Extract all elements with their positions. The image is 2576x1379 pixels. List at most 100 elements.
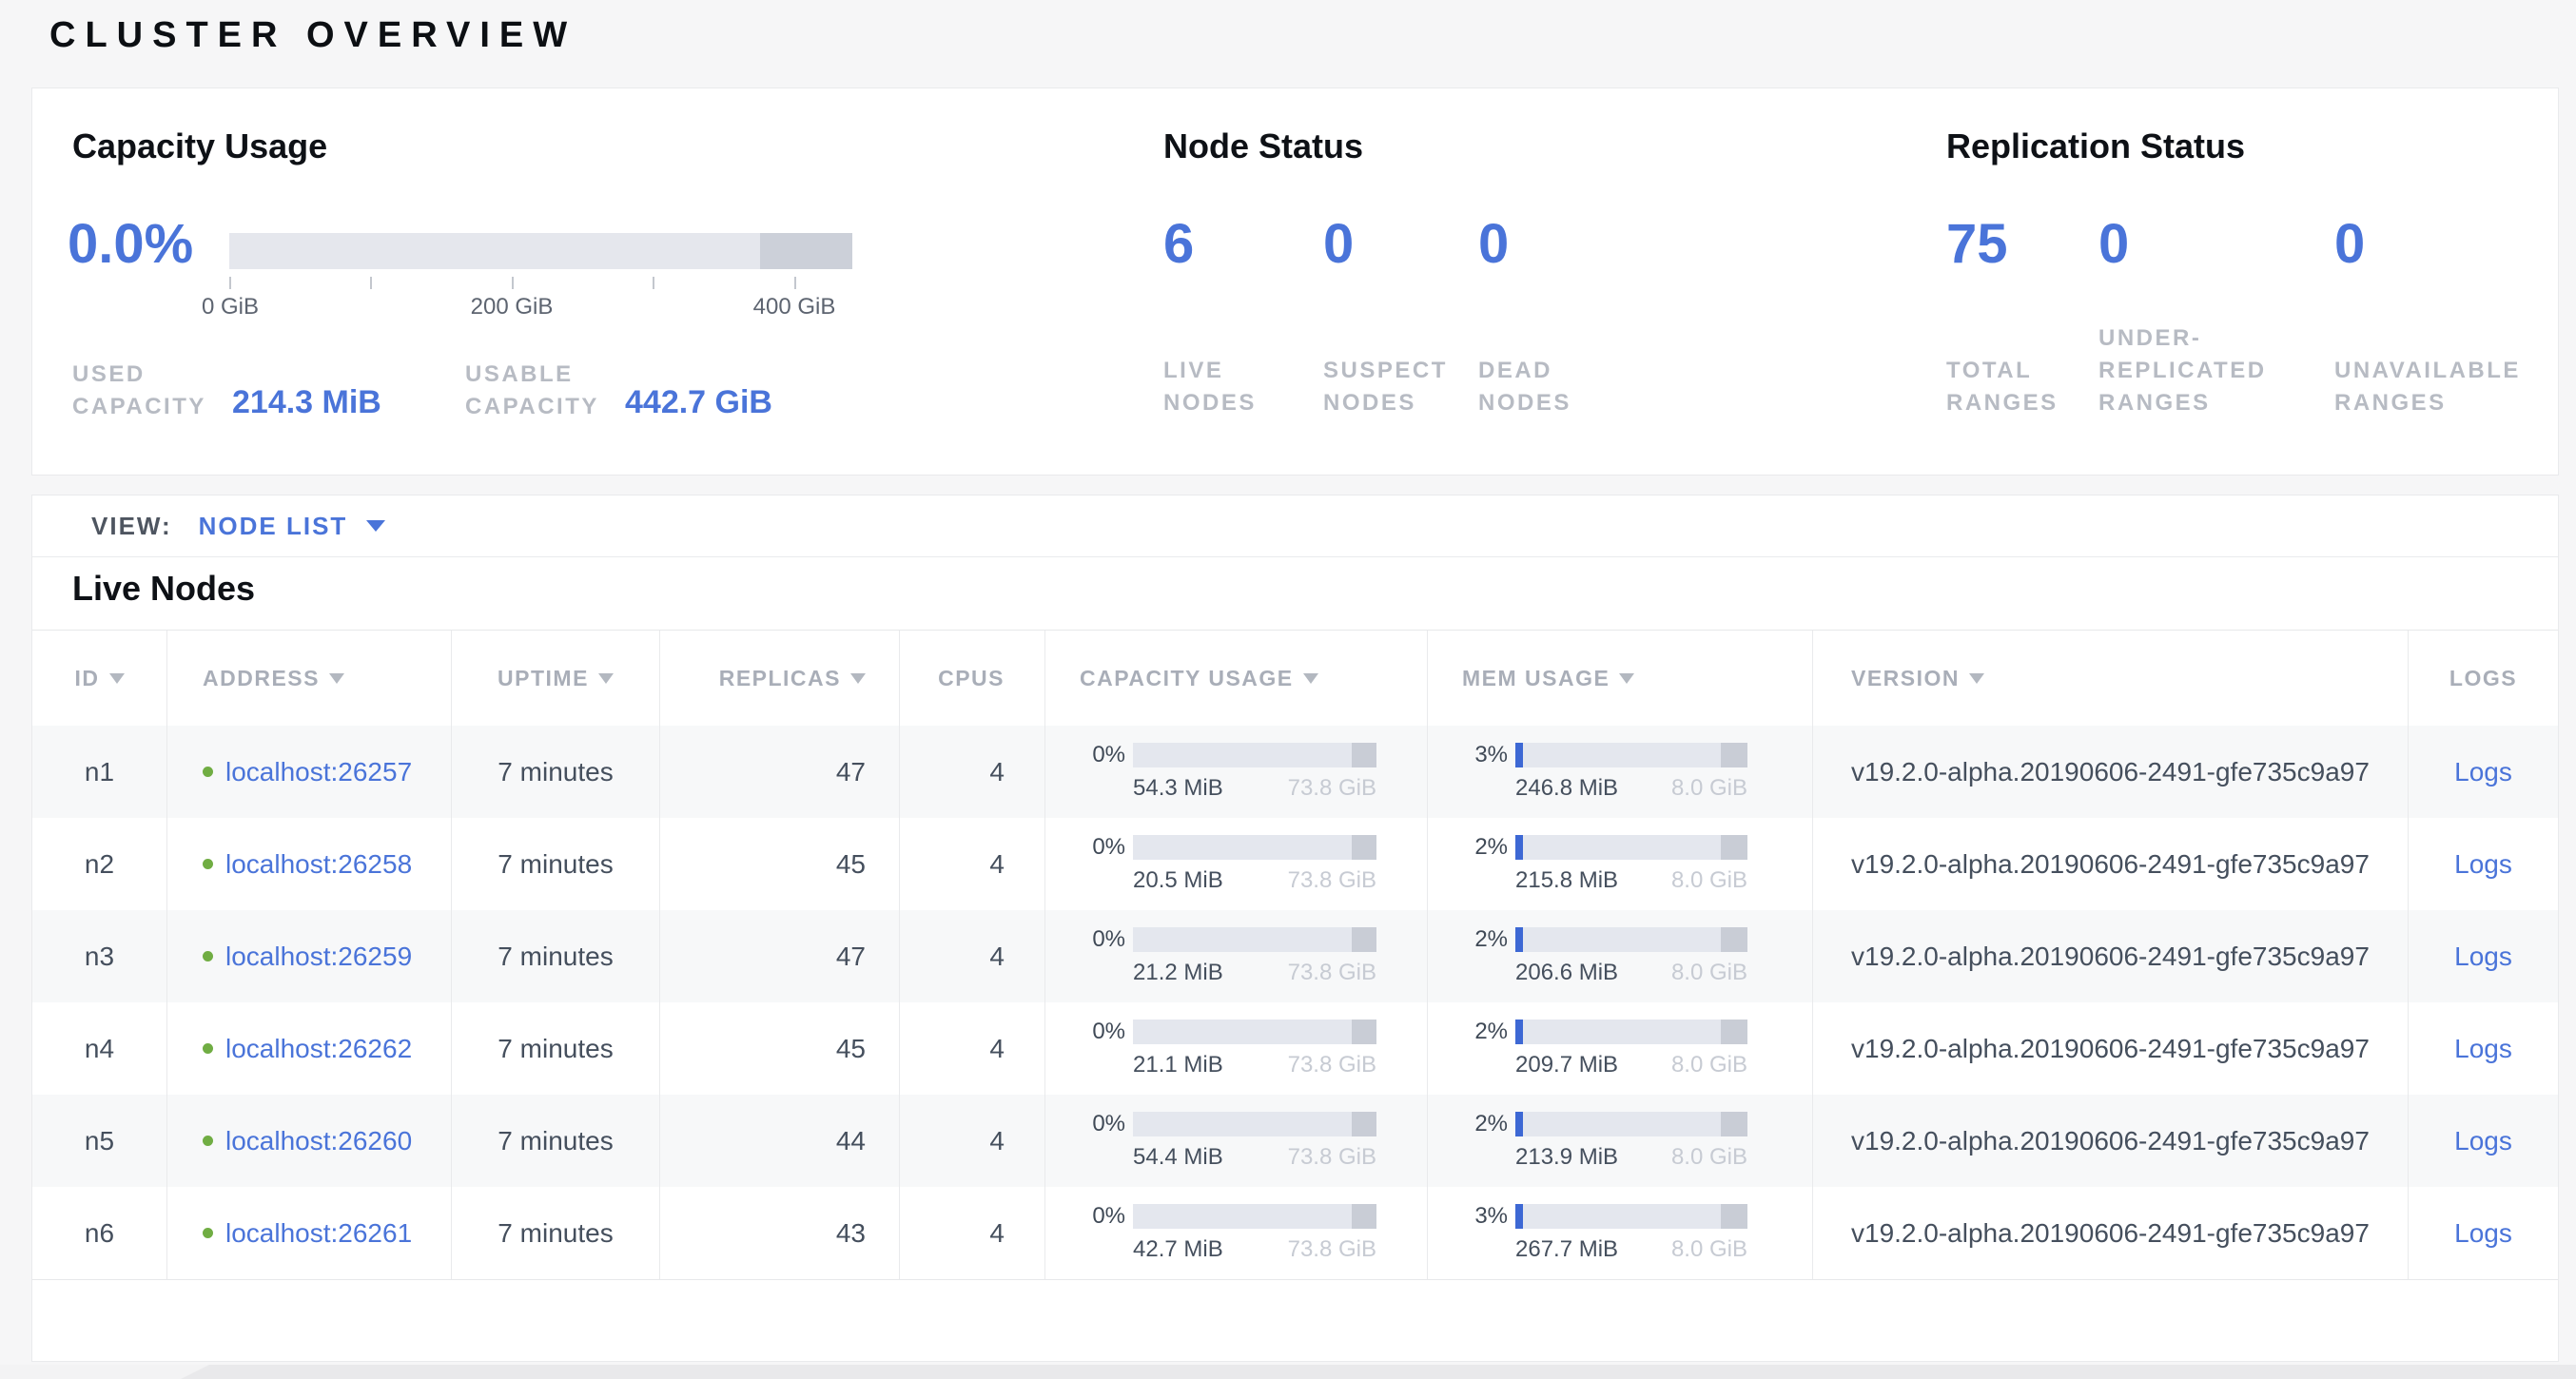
node-mem-cell: 3% 246.8 MiB 8.0 GiB <box>1428 726 1813 818</box>
mem-usage-bar <box>1515 1204 1747 1229</box>
node-cpus-cell: 4 <box>900 726 1045 818</box>
node-version-cell: v19.2.0-alpha.20190606-2491-gfe735c9a97 <box>1813 726 2409 818</box>
node-status-title: Node Status <box>1163 126 1363 166</box>
suspect-nodes-count: 0 <box>1323 212 1354 276</box>
chevron-down-icon[interactable] <box>366 520 385 532</box>
sort-caret-icon[interactable] <box>1969 673 1984 684</box>
capacity-total-value: 73.8 GiB <box>1288 867 1376 894</box>
mem-used-value: 267.7 MiB <box>1515 1236 1618 1263</box>
table-row: n6 localhost:26261 7 minutes 43 4 0% 42.… <box>32 1187 2558 1279</box>
capacity-used-value: 21.2 MiB <box>1133 960 1223 986</box>
column-header-capacity-usage[interactable]: CAPACITY USAGE <box>1045 631 1428 726</box>
page-title: CLUSTER OVERVIEW <box>49 15 576 56</box>
capacity-used-value: 54.4 MiB <box>1133 1144 1223 1171</box>
column-header-id[interactable]: ID <box>32 631 167 726</box>
node-replicas-cell: 45 <box>660 818 900 910</box>
mem-used-value: 213.9 MiB <box>1515 1144 1618 1171</box>
column-header-uptime[interactable]: UPTIME <box>452 631 660 726</box>
capacity-total-value: 73.8 GiB <box>1288 1236 1376 1263</box>
node-live-status-icon <box>203 951 213 961</box>
sort-caret-icon[interactable] <box>1303 673 1318 684</box>
capacity-bar-end-segment <box>760 233 852 269</box>
node-logs-cell: Logs <box>2409 1187 2558 1279</box>
node-uptime-cell: 7 minutes <box>452 726 660 818</box>
axis-tick-label: 400 GiB <box>742 294 847 320</box>
capacity-end-segment <box>1352 1020 1376 1044</box>
sort-caret-icon[interactable] <box>1619 673 1634 684</box>
mem-end-segment <box>1721 1020 1747 1044</box>
column-header-version[interactable]: VERSION <box>1813 631 2409 726</box>
sort-caret-icon[interactable] <box>598 673 614 684</box>
mem-percent-label: 2% <box>1458 1111 1508 1137</box>
node-address-link[interactable]: localhost:26262 <box>225 1034 412 1064</box>
logs-link[interactable]: Logs <box>2454 942 2512 972</box>
column-header-address[interactable]: ADDRESS <box>167 631 452 726</box>
total-ranges-label: TOTAL RANGES <box>1946 355 2075 419</box>
node-address-link[interactable]: localhost:26261 <box>225 1218 412 1249</box>
capacity-usage-widget: 0% 54.3 MiB 73.8 GiB <box>1076 742 1376 802</box>
mem-end-segment <box>1721 743 1747 767</box>
column-header-mem-usage[interactable]: MEM USAGE <box>1428 631 1813 726</box>
node-address-link[interactable]: localhost:26257 <box>225 757 412 787</box>
sort-caret-icon[interactable] <box>329 673 344 684</box>
column-header-cpus: CPUS <box>900 631 1045 726</box>
mem-total-value: 8.0 GiB <box>1671 1144 1747 1171</box>
capacity-used-value: 20.5 MiB <box>1133 867 1223 894</box>
node-logs-cell: Logs <box>2409 726 2558 818</box>
mem-usage-bar <box>1515 743 1747 767</box>
usable-capacity-value: 442.7 GiB <box>625 384 772 423</box>
mem-total-value: 8.0 GiB <box>1671 1236 1747 1263</box>
node-cpus-cell: 4 <box>900 1002 1045 1095</box>
node-uptime-cell: 7 minutes <box>452 910 660 1002</box>
capacity-usage-bar <box>1133 1204 1376 1229</box>
live-nodes-table: ID ADDRESS UPTIME REPLICAS CPUS CAPACITY… <box>32 630 2558 1280</box>
live-nodes-title: Live Nodes <box>72 569 255 609</box>
capacity-used-percent: 0.0% <box>68 212 193 276</box>
capacity-percent-label: 0% <box>1076 742 1125 768</box>
node-address-link[interactable]: localhost:26260 <box>225 1126 412 1156</box>
mem-usage-widget: 3% 246.8 MiB 8.0 GiB <box>1458 742 1747 802</box>
sort-caret-icon[interactable] <box>850 673 866 684</box>
node-live-status-icon <box>203 1043 213 1054</box>
view-dropdown-value[interactable]: NODE LIST <box>199 512 348 541</box>
logs-link[interactable]: Logs <box>2454 757 2512 787</box>
cluster-summary-card: Capacity Usage 0.0% 0 GiB 200 GiB 400 Gi… <box>31 87 2559 476</box>
capacity-percent-label: 0% <box>1076 1111 1125 1137</box>
mem-used-segment <box>1515 743 1523 767</box>
mem-used-segment <box>1515 1020 1523 1044</box>
mem-usage-bar <box>1515 927 1747 952</box>
node-version-cell: v19.2.0-alpha.20190606-2491-gfe735c9a97 <box>1813 818 2409 910</box>
node-live-status-icon <box>203 1228 213 1238</box>
capacity-usage-widget: 0% 54.4 MiB 73.8 GiB <box>1076 1111 1376 1171</box>
node-replicas-cell: 47 <box>660 910 900 1002</box>
logs-link[interactable]: Logs <box>2454 1034 2512 1064</box>
capacity-usage-widget: 0% 21.2 MiB 73.8 GiB <box>1076 926 1376 986</box>
mem-usage-widget: 2% 209.7 MiB 8.0 GiB <box>1458 1019 1747 1078</box>
axis-tick <box>653 277 654 289</box>
mem-used-value: 206.6 MiB <box>1515 960 1618 986</box>
usable-capacity-label: USABLE CAPACITY <box>465 359 625 423</box>
capacity-bar <box>229 233 852 269</box>
column-header-replicas[interactable]: REPLICAS <box>660 631 900 726</box>
node-cpus-cell: 4 <box>900 818 1045 910</box>
logs-link[interactable]: Logs <box>2454 1126 2512 1156</box>
view-dropdown[interactable]: NODE LIST <box>199 512 386 541</box>
mem-percent-label: 2% <box>1458 834 1508 861</box>
node-address-link[interactable]: localhost:26258 <box>225 849 412 880</box>
dead-nodes-label: DEAD NODES <box>1478 355 1597 419</box>
node-version-cell: v19.2.0-alpha.20190606-2491-gfe735c9a97 <box>1813 910 2409 1002</box>
capacity-usage-widget: 0% 42.7 MiB 73.8 GiB <box>1076 1203 1376 1263</box>
mem-used-value: 209.7 MiB <box>1515 1052 1618 1078</box>
node-live-status-icon <box>203 859 213 869</box>
node-mem-cell: 2% 206.6 MiB 8.0 GiB <box>1428 910 1813 1002</box>
table-body: n1 localhost:26257 7 minutes 47 4 0% 54.… <box>32 726 2558 1279</box>
node-address-cell: localhost:26257 <box>167 726 452 818</box>
capacity-usage-widget: 0% 21.1 MiB 73.8 GiB <box>1076 1019 1376 1078</box>
logs-link[interactable]: Logs <box>2454 1218 2512 1249</box>
node-id-cell: n2 <box>32 818 167 910</box>
live-nodes-count: 6 <box>1163 212 1194 276</box>
node-address-link[interactable]: localhost:26259 <box>225 942 412 972</box>
sort-caret-icon[interactable] <box>109 673 125 684</box>
node-mem-cell: 2% 213.9 MiB 8.0 GiB <box>1428 1095 1813 1187</box>
logs-link[interactable]: Logs <box>2454 849 2512 880</box>
